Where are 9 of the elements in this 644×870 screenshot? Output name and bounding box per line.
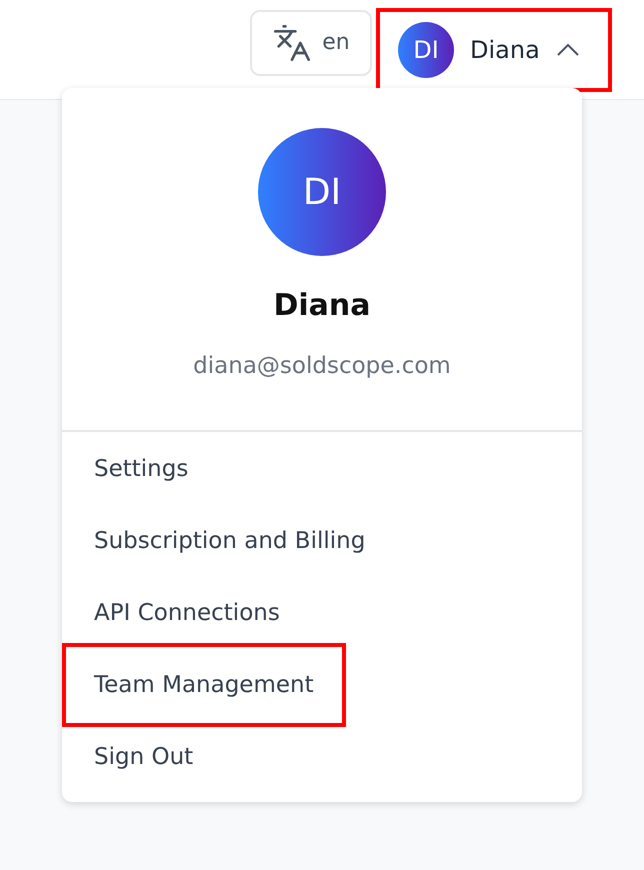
menu-item[interactable]: Team Management — [62, 643, 346, 727]
avatar: DI — [398, 22, 454, 78]
user-name: Diana — [470, 36, 540, 64]
translate-icon — [272, 22, 312, 62]
language-button[interactable]: en — [250, 10, 372, 76]
profile-name: Diana — [273, 288, 371, 323]
avatar: DI — [258, 128, 386, 256]
user-menu-button[interactable]: DI Diana — [376, 8, 612, 92]
profile-email: diana@soldscope.com — [193, 353, 451, 379]
